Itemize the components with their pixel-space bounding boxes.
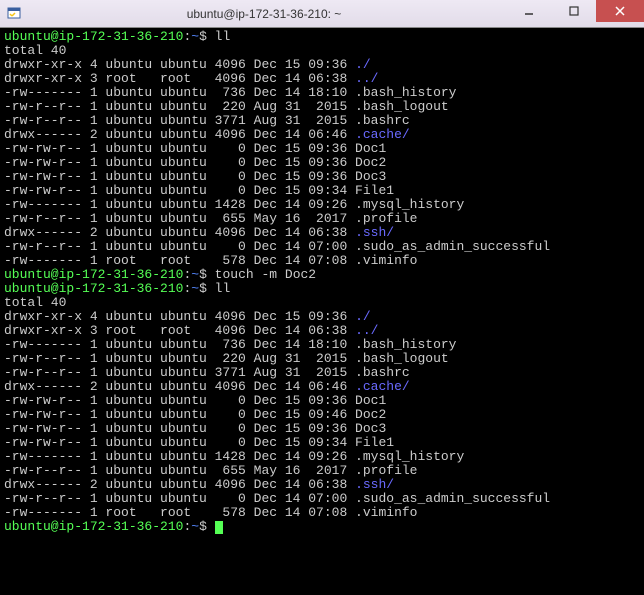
ls-row: -rw------- 1 ubuntu ubuntu 1428 Dec 14 0… [4,198,640,212]
ls-row: -rw-rw-r-- 1 ubuntu ubuntu 0 Dec 15 09:3… [4,142,640,156]
ls-row: drwxr-xr-x 4 ubuntu ubuntu 4096 Dec 15 0… [4,58,640,72]
prompt-line: ubuntu@ip-172-31-36-210:~$ [4,520,640,534]
window-title: ubuntu@ip-172-31-36-210: ~ [22,7,506,21]
window-controls [506,0,644,27]
ls-row: drwx------ 2 ubuntu ubuntu 4096 Dec 14 0… [4,478,640,492]
ls-row: -rw-r--r-- 1 ubuntu ubuntu 0 Dec 14 07:0… [4,492,640,506]
prompt-line: ubuntu@ip-172-31-36-210:~$ touch -m Doc2 [4,268,640,282]
ls-row: drwxr-xr-x 3 root root 4096 Dec 14 06:38… [4,72,640,86]
ls-row: -rw------- 1 root root 578 Dec 14 07:08 … [4,254,640,268]
ls-row: -rw-r--r-- 1 ubuntu ubuntu 220 Aug 31 20… [4,352,640,366]
ls-row: -rw------- 1 root root 578 Dec 14 07:08 … [4,506,640,520]
ls-row: -rw-rw-r-- 1 ubuntu ubuntu 0 Dec 15 09:3… [4,156,640,170]
ls-row: -rw-rw-r-- 1 ubuntu ubuntu 0 Dec 15 09:4… [4,408,640,422]
output-line: total 40 [4,44,640,58]
output-line: total 40 [4,296,640,310]
prompt-line: ubuntu@ip-172-31-36-210:~$ ll [4,30,640,44]
putty-icon [6,6,22,22]
ls-row: -rw-r--r-- 1 ubuntu ubuntu 655 May 16 20… [4,464,640,478]
ls-row: -rw------- 1 ubuntu ubuntu 736 Dec 14 18… [4,86,640,100]
ls-row: -rw-r--r-- 1 ubuntu ubuntu 220 Aug 31 20… [4,100,640,114]
ls-row: -rw-r--r-- 1 ubuntu ubuntu 0 Dec 14 07:0… [4,240,640,254]
prompt-line: ubuntu@ip-172-31-36-210:~$ ll [4,282,640,296]
minimize-button[interactable] [506,0,551,22]
close-button[interactable] [596,0,644,22]
ls-row: -rw-rw-r-- 1 ubuntu ubuntu 0 Dec 15 09:3… [4,170,640,184]
ls-row: -rw------- 1 ubuntu ubuntu 1428 Dec 14 0… [4,450,640,464]
ls-row: drwx------ 2 ubuntu ubuntu 4096 Dec 14 0… [4,128,640,142]
terminal-body[interactable]: ubuntu@ip-172-31-36-210:~$ lltotal 40drw… [0,28,644,595]
titlebar[interactable]: ubuntu@ip-172-31-36-210: ~ [0,0,644,28]
cursor [215,521,223,534]
ls-row: -rw-rw-r-- 1 ubuntu ubuntu 0 Dec 15 09:3… [4,422,640,436]
ls-row: drwx------ 2 ubuntu ubuntu 4096 Dec 14 0… [4,380,640,394]
ls-row: -rw-rw-r-- 1 ubuntu ubuntu 0 Dec 15 09:3… [4,436,640,450]
terminal-window: ubuntu@ip-172-31-36-210: ~ ubuntu@ip-172… [0,0,644,595]
ls-row: drwx------ 2 ubuntu ubuntu 4096 Dec 14 0… [4,226,640,240]
maximize-button[interactable] [551,0,596,22]
ls-row: drwxr-xr-x 4 ubuntu ubuntu 4096 Dec 15 0… [4,310,640,324]
ls-row: -rw-rw-r-- 1 ubuntu ubuntu 0 Dec 15 09:3… [4,394,640,408]
ls-row: -rw------- 1 ubuntu ubuntu 736 Dec 14 18… [4,338,640,352]
ls-row: -rw-r--r-- 1 ubuntu ubuntu 655 May 16 20… [4,212,640,226]
ls-row: -rw-r--r-- 1 ubuntu ubuntu 3771 Aug 31 2… [4,366,640,380]
ls-row: drwxr-xr-x 3 root root 4096 Dec 14 06:38… [4,324,640,338]
ls-row: -rw-r--r-- 1 ubuntu ubuntu 3771 Aug 31 2… [4,114,640,128]
ls-row: -rw-rw-r-- 1 ubuntu ubuntu 0 Dec 15 09:3… [4,184,640,198]
